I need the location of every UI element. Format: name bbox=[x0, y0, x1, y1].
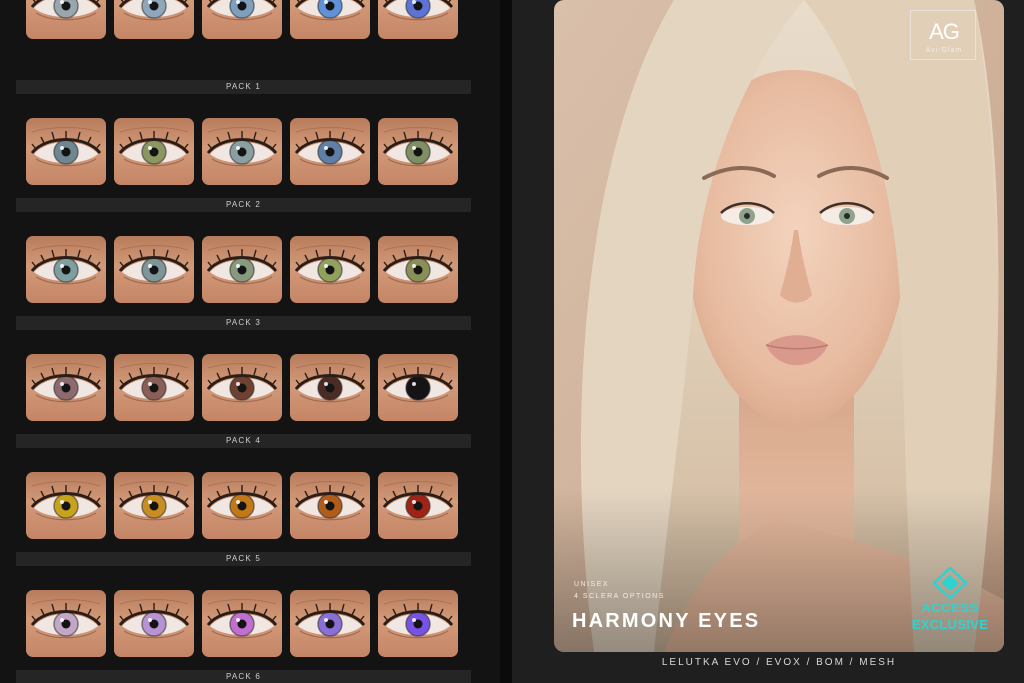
eye-swatch bbox=[378, 354, 458, 421]
product-title: HARMONY EYES bbox=[572, 610, 761, 632]
compatibility-footer: LELUTKA EVO / EVOX / BOM / MESH bbox=[661, 657, 897, 668]
swatch-panel: PACK 1 PACK 2 PACK 3 PACK 4 PACK 5 PACK 6 bbox=[0, 0, 500, 683]
brand-logo-name: Avi-Glam bbox=[925, 47, 963, 54]
eye-swatch bbox=[114, 590, 194, 657]
swatch-row bbox=[26, 590, 460, 657]
pack-label: PACK 2 bbox=[16, 198, 471, 212]
badge-line-1: ACCESS bbox=[921, 600, 979, 615]
eye-swatch bbox=[290, 236, 370, 303]
eye-swatch bbox=[290, 118, 370, 185]
swatch-row bbox=[26, 354, 460, 421]
model-photo bbox=[554, 0, 1004, 652]
model-portrait-image bbox=[554, 0, 1004, 652]
eye-swatch bbox=[26, 354, 106, 421]
eye-swatch bbox=[378, 590, 458, 657]
product-tag-sclera: 4 SCLERA OPTIONS bbox=[574, 593, 665, 600]
eye-swatch bbox=[378, 236, 458, 303]
eye-swatch bbox=[26, 236, 106, 303]
eye-swatch bbox=[290, 0, 370, 39]
eye-swatch bbox=[290, 472, 370, 539]
eye-swatch bbox=[26, 472, 106, 539]
eye-swatch bbox=[202, 472, 282, 539]
badge-line-2: EXCLUSIVE bbox=[911, 617, 989, 632]
eye-swatch bbox=[202, 236, 282, 303]
eye-swatch bbox=[202, 118, 282, 185]
eye-swatch bbox=[114, 118, 194, 185]
eye-swatch bbox=[290, 590, 370, 657]
eye-swatch bbox=[114, 0, 194, 39]
eye-swatch bbox=[26, 0, 106, 39]
eye-swatch bbox=[26, 118, 106, 185]
panel-divider bbox=[500, 0, 512, 683]
product-panel: AG Avi-Glam UNISEX 4 SCLERA OPTIONS HARM… bbox=[512, 0, 1024, 683]
eye-swatch bbox=[202, 0, 282, 39]
eye-swatch bbox=[378, 118, 458, 185]
access-exclusive-badge: ACCESS EXCLUSIVE bbox=[910, 567, 990, 641]
pack-label: PACK 6 bbox=[16, 670, 471, 683]
eye-swatch bbox=[202, 590, 282, 657]
brand-logo-mark: AG bbox=[929, 19, 960, 44]
swatch-row bbox=[26, 236, 460, 303]
swatch-row bbox=[26, 118, 460, 185]
eye-swatch bbox=[202, 354, 282, 421]
eye-swatch bbox=[26, 590, 106, 657]
product-card: AG Avi-Glam UNISEX 4 SCLERA OPTIONS HARM… bbox=[554, 0, 1004, 683]
eye-swatch bbox=[114, 354, 194, 421]
pack-label: PACK 1 bbox=[16, 80, 471, 94]
eye-swatch bbox=[378, 472, 458, 539]
brand-logo: AG Avi-Glam bbox=[910, 10, 976, 60]
product-tag-unisex: UNISEX bbox=[574, 581, 610, 588]
eye-swatch bbox=[114, 236, 194, 303]
pack-label: PACK 5 bbox=[16, 552, 471, 566]
eye-swatch bbox=[290, 354, 370, 421]
eye-swatch bbox=[114, 472, 194, 539]
pack-label: PACK 3 bbox=[16, 316, 471, 330]
swatch-row bbox=[26, 472, 460, 539]
swatch-row bbox=[26, 0, 460, 39]
eye-swatch bbox=[378, 0, 458, 39]
diamond-icon bbox=[932, 567, 968, 599]
pack-label: PACK 4 bbox=[16, 434, 471, 448]
